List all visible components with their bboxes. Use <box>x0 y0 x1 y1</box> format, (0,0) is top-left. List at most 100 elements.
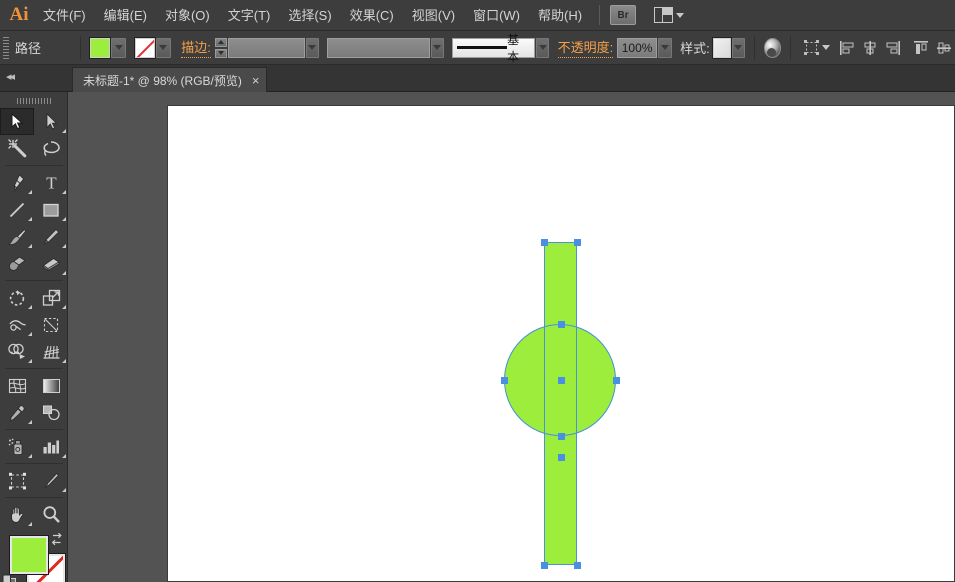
eyedropper-tool[interactable] <box>0 399 34 426</box>
artboard[interactable] <box>167 105 955 582</box>
pen-tool[interactable] <box>0 169 34 196</box>
canvas-area[interactable] <box>68 92 955 582</box>
scale-tool[interactable] <box>34 284 68 311</box>
opacity-dropdown-button[interactable] <box>658 38 671 58</box>
line-segment-icon <box>8 201 26 219</box>
slice-tool[interactable] <box>34 467 68 494</box>
artboard-tool[interactable] <box>0 467 34 494</box>
variable-width-profile-dropdown-button[interactable] <box>431 38 444 58</box>
control-bar-grip[interactable] <box>3 37 9 59</box>
transform-button[interactable] <box>802 37 821 59</box>
graphic-style-swatch[interactable] <box>713 38 730 58</box>
chevron-down-icon[interactable] <box>822 45 830 50</box>
selection-arrow-icon <box>10 113 25 130</box>
arrange-documents-button[interactable] <box>654 7 684 23</box>
variable-width-profile-input[interactable] <box>327 38 429 58</box>
column-graph-icon <box>42 439 60 455</box>
default-fill-stroke-icon[interactable] <box>2 574 17 582</box>
shape-builder-tool[interactable] <box>0 338 34 365</box>
paintbrush-tool[interactable] <box>0 223 34 250</box>
symbol-sprayer-icon <box>8 438 27 456</box>
stroke-weight-input[interactable] <box>228 38 305 58</box>
fill-swatch-control[interactable] <box>90 38 126 58</box>
direct-selection-tool[interactable] <box>34 108 68 135</box>
type-T-icon: T <box>44 174 59 191</box>
fill-dropdown-button[interactable] <box>111 38 126 58</box>
tool-group-indicator-icon <box>28 332 32 336</box>
symbol-sprayer-tool[interactable] <box>0 433 34 460</box>
recolor-artwork-icon[interactable] <box>764 38 781 58</box>
graphic-style-dropdown-button[interactable] <box>732 38 745 58</box>
tool-group-indicator-icon <box>62 271 66 275</box>
stroke-weight-stepper[interactable] <box>215 38 227 58</box>
fill-swatch[interactable] <box>90 38 110 58</box>
menu-file[interactable]: 文件(F) <box>34 1 95 29</box>
tool-group-indicator-icon <box>28 217 32 221</box>
anchor-point <box>558 321 565 328</box>
collapse-panel-icon[interactable]: ◂◂ <box>6 70 13 83</box>
line-segment-tool[interactable] <box>0 196 34 223</box>
anchor-point <box>541 562 548 569</box>
lasso-tool[interactable] <box>34 135 68 162</box>
menu-window[interactable]: 窗口(W) <box>464 1 529 29</box>
perspective-grid-tool[interactable] <box>34 338 68 365</box>
fill-color-swatch[interactable] <box>10 536 48 574</box>
stroke-weight-dropdown-button[interactable] <box>306 38 319 58</box>
free-transform-tool[interactable] <box>34 311 68 338</box>
menu-effect[interactable]: 效果(C) <box>341 1 403 29</box>
hand-tool[interactable] <box>0 501 34 528</box>
gradient-tool[interactable] <box>34 372 68 399</box>
magic-wand-tool[interactable] <box>0 135 34 162</box>
tool-group-indicator-icon <box>28 190 32 194</box>
mesh-tool[interactable] <box>0 372 34 399</box>
tool-group-indicator-icon <box>62 190 66 194</box>
stroke-weight-label[interactable]: 描边: <box>181 37 211 58</box>
tool-group-indicator-icon <box>28 244 32 248</box>
align-left-icon <box>839 40 855 56</box>
selection-tool[interactable] <box>0 108 34 135</box>
align-right-button[interactable] <box>883 37 902 59</box>
document-tab-bar: ◂◂ 未标题-1* @ 98% (RGB/预览) × <box>0 65 955 92</box>
menu-edit[interactable]: 编辑(E) <box>95 1 156 29</box>
rectangle-tool[interactable] <box>34 196 68 223</box>
direct-selection-arrow-icon <box>45 113 58 130</box>
anchor-point <box>558 433 565 440</box>
menu-type[interactable]: 文字(T) <box>219 1 280 29</box>
tools-grid: T <box>0 108 68 528</box>
menu-select[interactable]: 选择(S) <box>279 1 340 29</box>
align-top-button[interactable] <box>911 37 930 59</box>
align-middle-vertical-button[interactable] <box>934 37 953 59</box>
stroke-swatch-none-icon[interactable] <box>135 38 155 58</box>
opacity-label[interactable]: 不透明度: <box>558 37 614 58</box>
eraser-tool[interactable] <box>34 250 68 277</box>
column-graph-tool[interactable] <box>34 433 68 460</box>
rotate-tool[interactable] <box>0 284 34 311</box>
pencil-tool[interactable] <box>34 223 68 250</box>
stroke-swatch-control[interactable] <box>135 38 171 58</box>
align-left-button[interactable] <box>838 37 857 59</box>
opacity-input[interactable]: 100% <box>617 38 658 58</box>
stroke-dropdown-button[interactable] <box>156 38 171 58</box>
swap-fill-stroke-icon[interactable] <box>50 532 64 546</box>
slice-knife-icon <box>42 472 60 490</box>
tools-panel-grip[interactable] <box>17 98 51 104</box>
document-tab[interactable]: 未标题-1* @ 98% (RGB/预览) × <box>72 67 267 92</box>
menu-view[interactable]: 视图(V) <box>403 1 464 29</box>
zoom-tool[interactable] <box>34 501 68 528</box>
align-center-horizontal-button[interactable] <box>861 37 880 59</box>
tool-group-indicator-icon <box>62 454 66 458</box>
bridge-icon[interactable]: Br <box>610 5 636 25</box>
menu-object[interactable]: 对象(O) <box>156 1 219 29</box>
close-icon[interactable]: × <box>252 74 260 87</box>
brush-stroke-preview-icon <box>457 46 507 49</box>
width-tool[interactable] <box>0 311 34 338</box>
brush-definition-dropdown-button[interactable] <box>536 38 549 58</box>
stepper-up-button[interactable] <box>215 38 227 47</box>
blob-brush-tool[interactable] <box>0 250 34 277</box>
brush-definition-field[interactable]: 基本 <box>452 38 535 58</box>
stepper-down-button[interactable] <box>215 49 227 58</box>
menu-help[interactable]: 帮助(H) <box>529 1 591 29</box>
anchor-point <box>541 239 548 246</box>
blend-tool[interactable] <box>34 399 68 426</box>
type-tool[interactable]: T <box>34 169 68 196</box>
